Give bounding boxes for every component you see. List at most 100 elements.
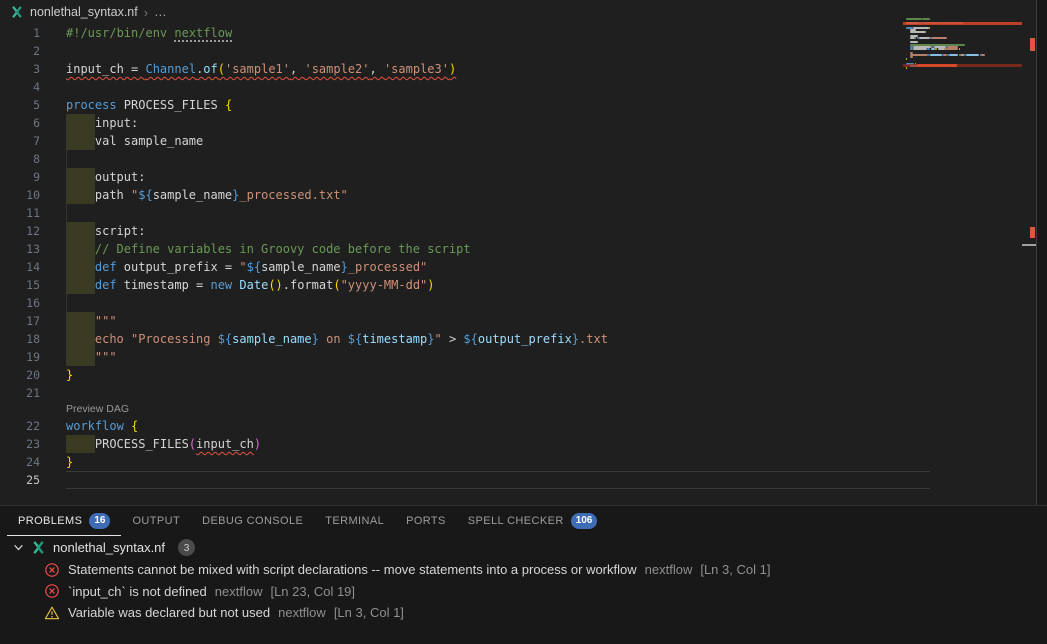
- code-token: on: [319, 330, 348, 348]
- code-line-1[interactable]: 1#!/usr/bin/env nextflow: [0, 24, 903, 42]
- tab-spell-checker[interactable]: SPELL CHECKER106: [457, 506, 609, 536]
- code-line-2[interactable]: 2: [0, 42, 903, 60]
- tab-terminal[interactable]: TERMINAL: [314, 506, 395, 536]
- code-token: }: [341, 258, 348, 276]
- indent-highlight: [66, 348, 95, 366]
- chevron-down-icon[interactable]: [13, 542, 24, 553]
- code-token: Channel: [145, 62, 196, 76]
- code-token: ): [427, 276, 434, 294]
- line-number: 7: [0, 132, 40, 150]
- code-token: process: [66, 96, 117, 114]
- line-number: 1: [0, 24, 40, 42]
- code-line-11[interactable]: 11: [0, 204, 903, 222]
- line-number: 6: [0, 114, 40, 132]
- code-content: input_ch = Channel.of('sample1', 'sample…: [66, 60, 456, 78]
- breadcrumb-ellipsis[interactable]: …: [154, 5, 167, 19]
- code-line-7[interactable]: 7val sample_name: [0, 132, 903, 150]
- code-line-16[interactable]: 16: [0, 294, 903, 312]
- code-content: output:: [66, 168, 145, 186]
- problems-list: Statements cannot be mixed with script d…: [0, 559, 1047, 624]
- minimap-line: [906, 58, 907, 60]
- indent-highlight: [66, 222, 95, 240]
- code-content: script:: [66, 222, 145, 240]
- breadcrumb-separator-icon: ›: [144, 5, 148, 20]
- code-line-20[interactable]: 20}: [0, 366, 903, 384]
- code-content: process PROCESS_FILES {: [66, 96, 232, 114]
- code-content: input:: [66, 114, 138, 132]
- breadcrumb-file[interactable]: nonlethal_syntax.nf: [30, 5, 138, 19]
- problem-source: nextflow: [278, 605, 326, 620]
- problem-row[interactable]: Statements cannot be mixed with script d…: [0, 559, 1047, 581]
- code-token: ${: [463, 330, 477, 348]
- problem-row[interactable]: Variable was declared but not usednextfl…: [0, 602, 1047, 624]
- code-content: def timestamp = new Date().format("yyyy-…: [66, 276, 435, 294]
- ruler-mark: [1030, 38, 1035, 51]
- minimap-line: [938, 48, 945, 50]
- code-line-25[interactable]: 25: [0, 471, 903, 489]
- line-number: 2: [0, 42, 40, 60]
- code-line-17[interactable]: 17""": [0, 312, 903, 330]
- code-token: input_ch =: [66, 62, 145, 76]
- code-line-15[interactable]: 15def timestamp = new Date().format("yyy…: [0, 276, 903, 294]
- code-token: output_prefix =: [117, 258, 240, 276]
- code-token: (): [268, 276, 282, 294]
- code-line-8[interactable]: 8: [0, 150, 903, 168]
- code-line-4[interactable]: 4: [0, 78, 903, 96]
- code-line-23[interactable]: 23PROCESS_FILES(input_ch): [0, 435, 903, 453]
- code-line-13[interactable]: 13// Define variables in Groovy code bef…: [0, 240, 903, 258]
- code-token: .txt: [579, 330, 608, 348]
- code-line-10[interactable]: 10path "${sample_name}_processed.txt": [0, 186, 903, 204]
- ruler-mark: [1030, 227, 1035, 238]
- codelens-preview-dag[interactable]: Preview DAG: [0, 402, 903, 417]
- tab-debug-console[interactable]: DEBUG CONSOLE: [191, 506, 314, 536]
- code-token: {: [225, 96, 232, 114]
- code-content: }: [66, 366, 73, 384]
- tab-label: DEBUG CONSOLE: [202, 515, 303, 527]
- code-line-24[interactable]: 24}: [0, 453, 903, 471]
- indent-highlight: [66, 276, 95, 294]
- code-line-21[interactable]: 21: [0, 384, 903, 402]
- code-line-9[interactable]: 9 output:: [0, 168, 903, 186]
- code-line-19[interactable]: 19 """: [0, 348, 903, 366]
- problems-file-group[interactable]: nonlethal_syntax.nf 3: [0, 536, 1047, 559]
- line-number: 11: [0, 204, 40, 222]
- code-token: """: [95, 348, 117, 366]
- code-token: >: [442, 330, 464, 348]
- code-line-12[interactable]: 12script:: [0, 222, 903, 240]
- line-number: 4: [0, 78, 40, 96]
- code-line-14[interactable]: 14def output_prefix = "${sample_name}_pr…: [0, 258, 903, 276]
- warning-triangle-icon: [44, 605, 60, 621]
- line-number: 19: [0, 348, 40, 366]
- indent-highlight: [66, 186, 95, 204]
- code-line-6[interactable]: 6 input:: [0, 114, 903, 132]
- line-number: 9: [0, 168, 40, 186]
- panel-tab-bar: PROBLEMS16OUTPUT DEBUG CONSOLE TERMINALPOR…: [0, 506, 1047, 536]
- indent-highlight: [66, 435, 95, 453]
- editor[interactable]: 1#!/usr/bin/env nextflow23input_ch = Cha…: [0, 24, 903, 489]
- problem-row[interactable]: `input_ch` is not definednextflow[Ln 23,…: [0, 581, 1047, 603]
- overview-ruler[interactable]: [1022, 0, 1036, 505]
- indent-highlight: [66, 114, 95, 132]
- line-number: 22: [0, 417, 40, 435]
- line-number: 8: [0, 150, 40, 168]
- code-content: // Define variables in Groovy code befor…: [66, 240, 471, 258]
- code-token: of: [203, 62, 217, 76]
- line-number: 23: [0, 435, 40, 453]
- code-token: ${: [218, 330, 232, 348]
- code-token: ${: [247, 258, 261, 276]
- code-token: .format: [283, 276, 334, 294]
- code-line-22[interactable]: 22workflow {: [0, 417, 903, 435]
- code-token: {: [131, 417, 138, 435]
- code-line-3[interactable]: 3input_ch = Channel.of('sample1', 'sampl…: [0, 60, 903, 78]
- current-line-border: [66, 471, 930, 489]
- code-token: _processed": [348, 258, 427, 276]
- tab-ports[interactable]: PORTS: [395, 506, 457, 536]
- indent-highlight: [66, 168, 95, 186]
- tab-output[interactable]: OUTPUT: [121, 506, 191, 536]
- code-line-5[interactable]: 5process PROCESS_FILES {: [0, 96, 903, 114]
- tab-problems[interactable]: PROBLEMS16: [7, 506, 121, 536]
- code-line-18[interactable]: 18echo "Processing ${sample_name} on ${t…: [0, 330, 903, 348]
- minimap[interactable]: [903, 0, 1022, 260]
- tab-badge: 16: [89, 513, 110, 529]
- tab-badge: 106: [571, 513, 598, 529]
